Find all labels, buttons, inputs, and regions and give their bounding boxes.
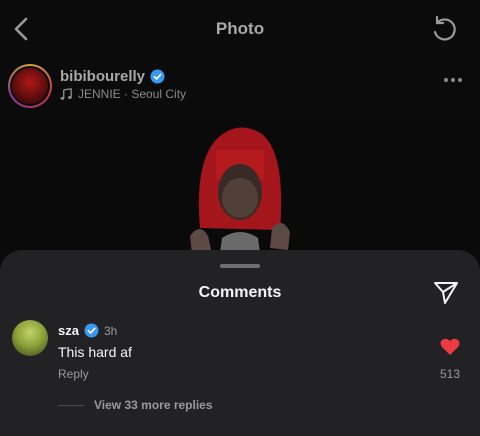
verified-icon: [150, 69, 165, 84]
post-header: bibibourelly JENNIE · Seoul City: [0, 60, 480, 114]
share-button[interactable]: [432, 278, 460, 306]
comment-timestamp: 3h: [103, 323, 118, 338]
photo-subject-figure: [190, 127, 290, 268]
view-replies-button[interactable]: View 33 more replies: [94, 398, 213, 412]
post-username[interactable]: bibibourelly: [60, 68, 145, 85]
comment-text: This hard af: [58, 344, 132, 360]
post-avatar[interactable]: [8, 64, 52, 108]
comment-username[interactable]: sza: [58, 323, 79, 338]
heart-icon: [440, 338, 460, 355]
comment-header: sza 3h: [58, 323, 117, 338]
replies-divider: [58, 405, 84, 406]
more-options-icon[interactable]: [444, 78, 468, 88]
audio-label: JENNIE · Seoul City: [78, 87, 187, 101]
music-note-icon: [60, 87, 72, 100]
comments-sheet: Comments sza 3h This hard af Reply 513 V…: [0, 250, 480, 436]
comment-avatar[interactable]: [12, 320, 48, 356]
sheet-drag-handle[interactable]: [220, 264, 260, 268]
post-username-row[interactable]: bibibourelly: [60, 68, 165, 85]
verified-icon: [84, 323, 99, 338]
page-title: Photo: [215, 19, 265, 38]
send-icon: [434, 282, 458, 304]
refresh-button[interactable]: [428, 13, 460, 45]
top-bar: Photo: [0, 0, 480, 60]
comments-title: Comments: [198, 284, 282, 301]
refresh-icon: [433, 15, 456, 41]
audio-row[interactable]: JENNIE · Seoul City: [60, 87, 186, 101]
like-count[interactable]: 513: [440, 367, 460, 381]
like-button[interactable]: [440, 338, 460, 356]
reply-button[interactable]: Reply: [58, 367, 89, 381]
